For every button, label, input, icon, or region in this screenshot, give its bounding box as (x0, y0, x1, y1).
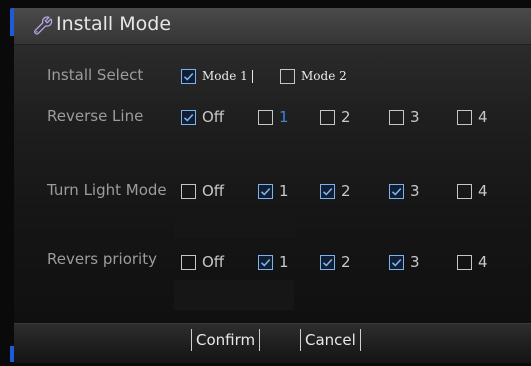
option-label: 1 (279, 108, 289, 126)
checkbox-unchecked[interactable] (181, 183, 196, 199)
reverse-line-2[interactable]: 2 (320, 107, 351, 127)
option-label: 1 (279, 253, 289, 271)
turn-light-2[interactable]: 2 (320, 181, 351, 201)
option-label: 4 (478, 108, 488, 126)
checkbox-unchecked[interactable] (258, 109, 273, 125)
revers-priority-2[interactable]: 2 (320, 252, 351, 272)
revers-priority-4[interactable]: 4 (457, 252, 488, 272)
reverse-line-1[interactable]: 1 (258, 107, 289, 127)
install-select-mode-2[interactable]: Mode 2 (280, 66, 347, 86)
checkbox-unchecked[interactable] (280, 68, 295, 84)
option-label: 2 (341, 182, 351, 200)
checkmark-icon (260, 258, 271, 267)
reverse-line-label: Reverse Line (47, 107, 144, 125)
text-cursor (251, 69, 253, 83)
install-select-label: Install Select (47, 66, 144, 84)
revers-priority-off[interactable]: Off (181, 252, 224, 272)
checkbox-unchecked[interactable] (457, 109, 472, 125)
option-label: 3 (410, 182, 420, 200)
wrench-icon (32, 15, 54, 37)
checkmark-icon (260, 187, 271, 196)
option-label: 1 (279, 182, 289, 200)
dialog-titlebar: Install Mode (14, 8, 531, 45)
turn-light-4[interactable]: 4 (457, 181, 488, 201)
empty-field (174, 208, 296, 238)
option-label: Mode 1 (202, 69, 248, 83)
option-label: 2 (341, 253, 351, 271)
option-label: 4 (478, 182, 488, 200)
screen-frame: Install Mode Install Select Mode 1 Mode … (0, 0, 531, 366)
turn-light-1[interactable]: 1 (258, 181, 289, 201)
turn-light-3[interactable]: 3 (389, 181, 420, 201)
checkmark-icon (183, 72, 194, 81)
checkmark-icon (322, 187, 333, 196)
checkbox-unchecked[interactable] (389, 109, 404, 125)
install-mode-dialog: Install Mode Install Select Mode 1 Mode … (14, 8, 531, 363)
checkmark-icon (183, 113, 194, 122)
checkbox-checked[interactable] (258, 183, 273, 199)
confirm-button[interactable]: Confirm (191, 329, 261, 351)
dialog-footer: Confirm Cancel (14, 323, 531, 363)
checkbox-unchecked[interactable] (181, 254, 196, 270)
dialog-title: Install Mode (56, 13, 172, 35)
reverse-line-4[interactable]: 4 (457, 107, 488, 127)
checkbox-checked[interactable] (258, 254, 273, 270)
revers-priority-1[interactable]: 1 (258, 252, 289, 272)
install-select-mode-1[interactable]: Mode 1 (181, 66, 253, 86)
cancel-button[interactable]: Cancel (300, 329, 361, 351)
turn-light-mode-label: Turn Light Mode (47, 181, 167, 199)
checkbox-checked[interactable] (181, 68, 196, 84)
checkbox-checked[interactable] (320, 254, 335, 270)
option-label: 3 (410, 253, 420, 271)
option-label: Off (202, 253, 225, 271)
checkmark-icon (391, 187, 402, 196)
option-label: Mode 2 (301, 69, 347, 83)
option-label: 3 (410, 108, 420, 126)
checkbox-unchecked[interactable] (457, 183, 472, 199)
option-label: Off (202, 182, 225, 200)
checkbox-unchecked[interactable] (457, 254, 472, 270)
revers-priority-3[interactable]: 3 (389, 252, 420, 272)
checkmark-icon (391, 258, 402, 267)
option-label: Off (202, 108, 225, 126)
checkbox-checked[interactable] (181, 109, 196, 125)
empty-field (174, 280, 294, 310)
option-label: 2 (341, 108, 351, 126)
option-label: 4 (478, 253, 488, 271)
checkbox-checked[interactable] (389, 254, 404, 270)
reverse-line-3[interactable]: 3 (389, 107, 420, 127)
turn-light-off[interactable]: Off (181, 181, 224, 201)
checkbox-checked[interactable] (389, 183, 404, 199)
checkmark-icon (322, 258, 333, 267)
checkbox-checked[interactable] (320, 183, 335, 199)
reverse-line-off[interactable]: Off (181, 107, 224, 127)
checkbox-unchecked[interactable] (320, 109, 335, 125)
revers-priority-label: Revers priority (47, 250, 157, 268)
